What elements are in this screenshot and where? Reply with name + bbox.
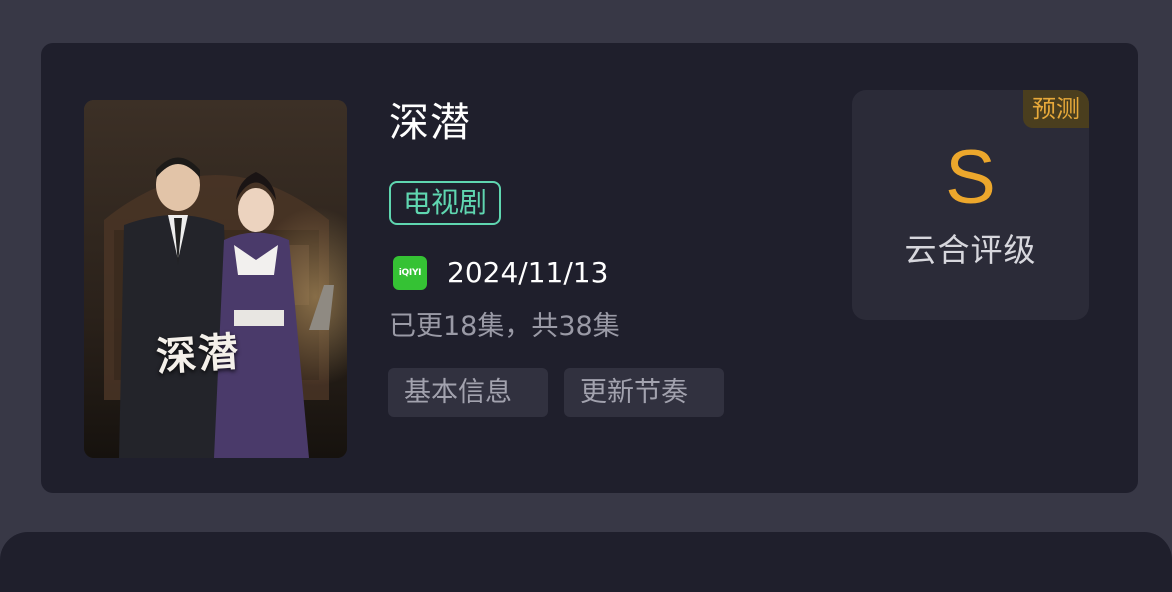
poster-image[interactable]: 深潜 — [84, 100, 347, 458]
episode-status: 已更18集，共38集 — [389, 311, 620, 342]
rating-grade: S — [945, 135, 996, 220]
iqiyi-logo-icon: iQIYI — [393, 256, 427, 290]
release-date: 2024/11/13 — [447, 256, 609, 289]
show-title: 深潜 — [389, 100, 471, 146]
prediction-badge: 预测 — [1023, 90, 1089, 128]
poster-title: 深潜 — [154, 328, 242, 381]
update-rhythm-button[interactable]: 更新节奏 — [564, 368, 724, 417]
basic-info-button[interactable]: 基本信息 — [388, 368, 548, 417]
rating-label: 云合评级 — [904, 231, 1037, 269]
type-tag: 电视剧 — [389, 181, 502, 225]
next-card — [0, 532, 1172, 592]
poster-illustration — [84, 100, 347, 458]
show-card: 深潜 深潜 电视剧 iQIYI 2024/11/13 已更18集，共38集 基本… — [41, 43, 1138, 493]
rating-box[interactable]: 预测 S 云合评级 — [852, 90, 1089, 320]
